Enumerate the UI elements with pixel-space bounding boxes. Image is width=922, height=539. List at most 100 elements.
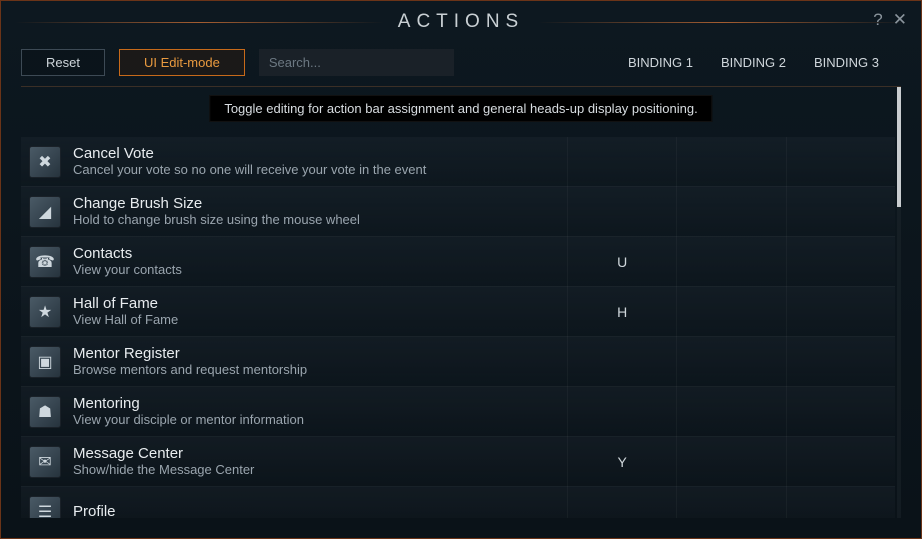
binding-2-cell[interactable]: [676, 137, 785, 187]
actions-scroll: ✖Cancel VoteCancel your vote so no one w…: [21, 87, 895, 518]
binding-2-cell[interactable]: [676, 287, 785, 337]
action-desc: Hold to change brush size using the mous…: [73, 212, 567, 228]
action-text: Cancel VoteCancel your vote so no one wi…: [67, 145, 567, 178]
action-name: Contacts: [73, 245, 567, 262]
binding-3-cell[interactable]: [786, 237, 895, 287]
action-row[interactable]: ★Hall of FameView Hall of FameH: [21, 287, 895, 337]
action-bindings: [567, 337, 895, 387]
binding-3-cell[interactable]: [786, 137, 895, 187]
action-text: ContactsView your contacts: [67, 245, 567, 278]
binding-3-cell[interactable]: [786, 287, 895, 337]
action-icon-cell: ▣: [23, 340, 67, 384]
column-headers: BINDING 1 BINDING 2 BINDING 3: [628, 55, 901, 70]
action-row[interactable]: ✉Message CenterShow/hide the Message Cen…: [21, 437, 895, 487]
binding-2-cell[interactable]: [676, 387, 785, 437]
action-name: Change Brush Size: [73, 195, 567, 212]
action-name: Profile: [73, 503, 567, 518]
action-desc: View your disciple or mentor information: [73, 412, 567, 428]
search-input[interactable]: [259, 49, 454, 76]
binding-3-cell[interactable]: [786, 337, 895, 387]
action-bindings: H: [567, 287, 895, 337]
col-binding-1: BINDING 1: [628, 55, 693, 70]
action-icon-cell: ☎: [23, 240, 67, 284]
action-bindings: U: [567, 237, 895, 287]
action-text: Profile: [67, 503, 567, 518]
binding-1-cell[interactable]: [567, 337, 676, 387]
action-icon-cell: ✉: [23, 440, 67, 484]
action-name: Cancel Vote: [73, 145, 567, 162]
reset-button[interactable]: Reset: [21, 49, 105, 76]
action-icon: ★: [29, 296, 61, 328]
window-title: ACTIONS: [398, 11, 524, 33]
action-bindings: [567, 387, 895, 437]
binding-3-cell[interactable]: [786, 437, 895, 487]
binding-2-cell[interactable]: [676, 237, 785, 287]
action-row[interactable]: ✖Cancel VoteCancel your vote so no one w…: [21, 137, 895, 187]
title-divider-left: [15, 22, 384, 23]
action-name: Mentoring: [73, 395, 567, 412]
action-icon: ✉: [29, 446, 61, 478]
action-text: Change Brush SizeHold to change brush si…: [67, 195, 567, 228]
binding-3-cell[interactable]: [786, 187, 895, 237]
action-row[interactable]: ☰ Profile: [21, 487, 895, 518]
action-icon-cell: ★: [23, 290, 67, 334]
scrollbar-thumb[interactable]: [897, 87, 901, 207]
action-icon-cell: ☗: [23, 390, 67, 434]
binding-2-cell[interactable]: [676, 187, 785, 237]
action-desc: Show/hide the Message Center: [73, 462, 567, 478]
action-row[interactable]: ▣Mentor RegisterBrowse mentors and reque…: [21, 337, 895, 387]
action-desc: Browse mentors and request mentorship: [73, 362, 567, 378]
toolbar: Reset UI Edit-mode BINDING 1 BINDING 2 B…: [1, 43, 921, 86]
actions-body: Toggle editing for action bar assignment…: [21, 86, 901, 518]
action-text: Hall of FameView Hall of Fame: [67, 295, 567, 328]
title-divider-right: [538, 22, 907, 23]
binding-1-cell[interactable]: H: [567, 287, 676, 337]
titlebar: ACTIONS ? ✕: [1, 1, 921, 43]
help-icon[interactable]: ?: [873, 11, 882, 28]
action-bindings: [567, 487, 895, 519]
action-bindings: [567, 137, 895, 187]
action-text: MentoringView your disciple or mentor in…: [67, 395, 567, 428]
action-bindings: Y: [567, 437, 895, 487]
action-row[interactable]: ◢Change Brush SizeHold to change brush s…: [21, 187, 895, 237]
col-binding-3: BINDING 3: [814, 55, 879, 70]
binding-2-cell[interactable]: [676, 487, 785, 519]
binding-1-cell[interactable]: U: [567, 237, 676, 287]
action-icon: ☰: [29, 496, 61, 519]
scrollbar[interactable]: [897, 87, 901, 518]
action-icon-cell: ◢: [23, 190, 67, 234]
action-icon-cell: ☰: [23, 490, 67, 519]
action-bindings: [567, 187, 895, 237]
action-icon: ✖: [29, 146, 61, 178]
action-desc: Cancel your vote so no one will receive …: [73, 162, 567, 178]
binding-1-cell[interactable]: [567, 387, 676, 437]
action-desc: View Hall of Fame: [73, 312, 567, 328]
action-desc: View your contacts: [73, 262, 567, 278]
binding-1-cell[interactable]: [567, 187, 676, 237]
action-row[interactable]: ☎ContactsView your contactsU: [21, 237, 895, 287]
action-icon: ☗: [29, 396, 61, 428]
binding-3-cell[interactable]: [786, 487, 895, 519]
action-icon: ▣: [29, 346, 61, 378]
action-icon: ◢: [29, 196, 61, 228]
ui-edit-mode-button[interactable]: UI Edit-mode: [119, 49, 245, 76]
edit-mode-tooltip: Toggle editing for action bar assignment…: [209, 95, 712, 122]
binding-2-cell[interactable]: [676, 337, 785, 387]
action-row[interactable]: ☗MentoringView your disciple or mentor i…: [21, 387, 895, 437]
binding-2-cell[interactable]: [676, 437, 785, 487]
action-name: Hall of Fame: [73, 295, 567, 312]
close-icon[interactable]: ✕: [893, 11, 907, 28]
action-icon-cell: ✖: [23, 140, 67, 184]
action-icon: ☎: [29, 246, 61, 278]
binding-1-cell[interactable]: Y: [567, 437, 676, 487]
action-name: Message Center: [73, 445, 567, 462]
actions-window: ACTIONS ? ✕ Reset UI Edit-mode BINDING 1…: [0, 0, 922, 539]
binding-3-cell[interactable]: [786, 387, 895, 437]
binding-1-cell[interactable]: [567, 487, 676, 519]
binding-1-cell[interactable]: [567, 137, 676, 187]
action-text: Mentor RegisterBrowse mentors and reques…: [67, 345, 567, 378]
action-name: Mentor Register: [73, 345, 567, 362]
col-binding-2: BINDING 2: [721, 55, 786, 70]
actions-list: ✖Cancel VoteCancel your vote so no one w…: [21, 87, 895, 518]
action-text: Message CenterShow/hide the Message Cent…: [67, 445, 567, 478]
